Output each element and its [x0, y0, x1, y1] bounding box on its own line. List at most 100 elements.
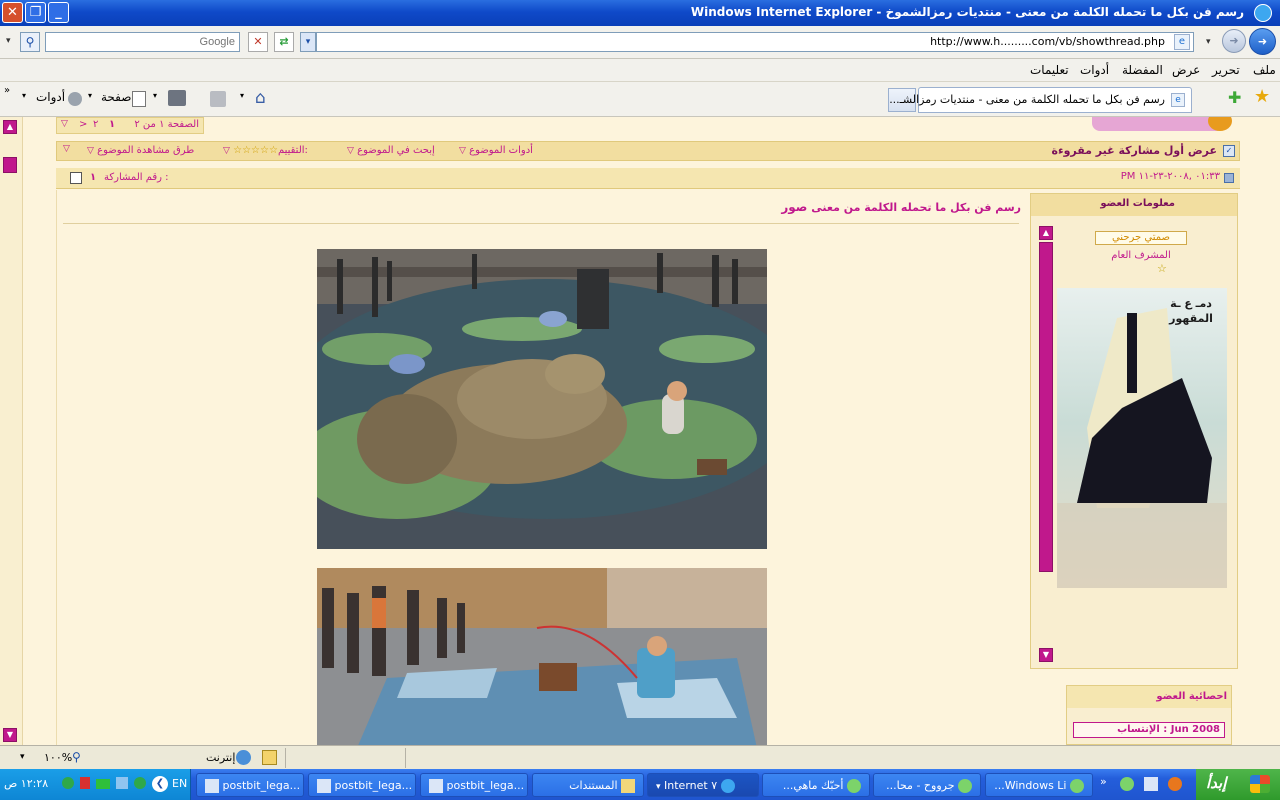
search-icon[interactable]: ⚲ [20, 32, 40, 52]
rating-stars-icon: ☆☆☆☆☆ [233, 145, 278, 156]
gear-icon[interactable] [68, 92, 82, 106]
rating-label: التقييم: [277, 145, 308, 156]
pagination-next[interactable]: > [79, 119, 87, 130]
task-postbit-3[interactable]: postbit_lega... [196, 773, 304, 797]
member-rank: المشرف العام [1111, 250, 1171, 261]
page-dropdown-icon[interactable]: ▾ [88, 91, 92, 100]
pagination-menu-icon[interactable]: ▽ [61, 119, 68, 129]
page-icon-cmd[interactable] [132, 91, 146, 107]
forum-logo-strip [1092, 117, 1224, 131]
task-postbit-2[interactable]: postbit_lega... [308, 773, 416, 797]
quicklaunch-chevron-icon[interactable]: » [1100, 775, 1107, 788]
post-number[interactable]: ١ [90, 172, 96, 183]
search-thread-label: إبحث في الموضوع [357, 145, 435, 156]
print-icon[interactable] [168, 90, 186, 106]
messenger-tray-icon[interactable] [134, 777, 146, 789]
recent-pages-icon[interactable]: ▾ [1206, 34, 1218, 50]
pagination-page-1[interactable]: ١ [109, 119, 115, 130]
display-modes-label: طرق مشاهدة الموضوع [97, 145, 195, 156]
favorites-star-icon[interactable]: ★ [1254, 86, 1270, 107]
tray-collapse-icon[interactable]: ❮ [152, 776, 168, 792]
pagination-page-2[interactable]: ٢ [93, 119, 98, 130]
scroll-thumb[interactable] [3, 157, 17, 173]
search-input[interactable] [45, 32, 240, 52]
document-icon [429, 779, 443, 793]
browser-tab[interactable]: رسم فن بكل ما تحمله الكلمة من معنى - منت… [889, 87, 1192, 113]
search-thread-menu[interactable]: ▽ إبحث في الموضوع [347, 145, 435, 156]
thread-tools-menu[interactable]: ▽ أدوات الموضوع [459, 145, 533, 156]
zoom-level[interactable]: ١٠٠% [44, 751, 72, 764]
member-scroll-up-icon[interactable]: ▲ [1039, 226, 1053, 240]
task-internet[interactable]: ▾ Internet ٧ [647, 773, 759, 797]
clock[interactable]: ١٢:٢٨ ص [4, 777, 48, 790]
zoom-icon[interactable]: ⚲ [72, 750, 81, 764]
task-postbit-1-label: postbit_lega... [446, 779, 525, 792]
post-title: رسم فن بكل ما تحمله الكلمة من معنى صور [781, 200, 1021, 214]
quicklaunch-desktop-icon[interactable] [1144, 777, 1158, 791]
menu-tools[interactable]: أدوات [1080, 63, 1109, 77]
task-postbit-1[interactable]: postbit_lega... [420, 773, 528, 797]
street-art-frog-image [317, 249, 767, 549]
system-tray: ١٢:٢٨ ص ❮ EN [0, 769, 191, 800]
refresh-icon[interactable]: ⇄ [274, 32, 294, 52]
chevron-icon[interactable]: » [4, 85, 10, 96]
fishing-art-drawing [317, 568, 767, 745]
scroll-up-icon[interactable]: ▲ [3, 120, 17, 134]
signal-icon[interactable] [96, 779, 110, 789]
ie-task-icon [720, 779, 735, 793]
search-dropdown-icon[interactable]: ▾ [6, 33, 20, 49]
member-scroll-thumb[interactable] [1039, 242, 1053, 572]
home-icon[interactable]: ⌂ [255, 89, 266, 107]
member-name[interactable]: صمتي جرحني [1095, 231, 1187, 245]
address-dropdown-icon[interactable]: ▾ [300, 32, 316, 52]
first-unread-link[interactable]: عرض أول مشاركة غير مقروءة [1051, 144, 1217, 157]
forward-icon[interactable]: ➜ [1222, 29, 1246, 53]
address-bar[interactable]: http://www.h.........com/vb/showthread.p… [316, 32, 1194, 52]
task-wounds[interactable]: جرووح - محا... [873, 773, 981, 797]
feeds-icon[interactable] [210, 91, 226, 107]
task-documents-label: المستندات [569, 779, 618, 792]
print-dropdown-icon[interactable]: ▾ [153, 91, 157, 100]
task-documents[interactable]: المستندات [532, 773, 644, 797]
back-icon[interactable]: ➜ [1249, 28, 1276, 55]
member-scroll-down-icon[interactable]: ▼ [1039, 648, 1053, 662]
post-select-checkbox[interactable] [70, 172, 82, 184]
tools-dropdown-icon[interactable]: ▾ [22, 91, 26, 100]
menu-edit[interactable]: تحرير [1212, 63, 1240, 77]
restore-button[interactable]: ❐ [25, 2, 46, 23]
quicklaunch-firefox-icon[interactable] [1168, 777, 1182, 791]
language-indicator[interactable]: EN [172, 777, 187, 790]
task-love[interactable]: أحبّك ماهي... [762, 773, 870, 797]
page-button[interactable]: صفحة [101, 90, 131, 104]
add-favorites-icon[interactable]: ✚ [1228, 88, 1241, 107]
window-title: رسم فن بكل ما تحمله الكلمة من معنى - منت… [690, 5, 1244, 19]
minimize-button[interactable]: _ [48, 2, 69, 23]
scroll-down-icon[interactable]: ▼ [3, 728, 17, 742]
tools-button[interactable]: أدوات [36, 90, 65, 104]
menu-view[interactable]: عرض [1172, 63, 1200, 77]
display-modes-menu[interactable]: ▽ طرق مشاهدة الموضوع [87, 145, 194, 156]
menu-favorites[interactable]: المفضلة [1122, 63, 1163, 77]
stop-icon[interactable]: ✕ [248, 32, 268, 52]
tray-flag-icon[interactable] [80, 777, 90, 789]
post-number-label: رقم المشاركة : [104, 172, 169, 183]
rank-star-icon: ☆ [1157, 262, 1167, 275]
quicklaunch-messenger-icon[interactable] [1120, 777, 1134, 791]
rating-menu[interactable]: ▽ ☆☆☆☆☆التقييم: [223, 145, 308, 156]
start-button[interactable]: إبدأ [1196, 769, 1280, 800]
menu-help[interactable]: تعليمات [1030, 63, 1069, 77]
status-bar: ▾ ١٠٠% ⚲ إنترنت [0, 745, 1280, 770]
tray-app-icon[interactable] [62, 777, 74, 789]
network-icon[interactable] [116, 777, 128, 789]
menu-file[interactable]: ملف [1253, 63, 1276, 77]
taskbar: ١٢:٢٨ ص ❮ EN postbit_lega... postbit_leg… [0, 769, 1280, 800]
home-dropdown-icon[interactable]: ▾ [240, 91, 244, 100]
close-button[interactable]: ✕ [2, 2, 23, 23]
security-zone: إنترنت [206, 751, 236, 764]
ie-logo-icon [1254, 4, 1272, 22]
member-info-panel: معلومات العضو ▲ ▼ صمتي جرحني المشرف العا… [1030, 193, 1238, 669]
member-info-header: معلومات العضو [1031, 194, 1237, 216]
zoom-dropdown-icon[interactable]: ▾ [20, 752, 25, 762]
options-menu-icon[interactable]: ▽ [63, 144, 70, 154]
task-windows-live[interactable]: Windows Li... [985, 773, 1093, 797]
